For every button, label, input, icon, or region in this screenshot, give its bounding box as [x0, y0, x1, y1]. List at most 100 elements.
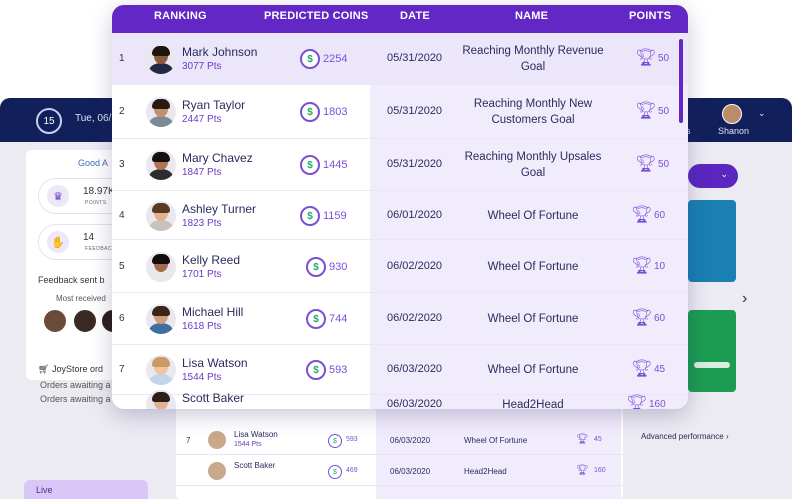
table-row[interactable]: 7 Lisa Watson 1544 Pts $593 06/03/2020 Wheel …: [112, 345, 688, 395]
predicted-coins-value: 593: [329, 364, 348, 376]
table-row[interactable]: 1 Mark Johnson 3077 Pts $2254 05/31/2020 Reac…: [112, 33, 688, 85]
column-header-ranking[interactable]: RANKING: [154, 10, 207, 22]
table-row[interactable]: 6 Michael Hill 1618 Pts $744 06/02/2020 Wheel…: [112, 293, 688, 345]
table-row[interactable]: Scott Baker $ 469 06/03/2020 Head2Head 🏆…: [176, 456, 623, 486]
dollar-coin-icon: $: [328, 434, 342, 448]
user-name[interactable]: Shanon: [718, 126, 749, 136]
chevron-down-icon: ⌄: [720, 169, 728, 179]
dollar-coin-icon: $: [300, 206, 320, 226]
live-tab-label: Live: [36, 485, 53, 495]
event-points: 50: [658, 53, 670, 64]
event-points: 10: [654, 261, 666, 272]
employee-name: Scott Baker: [234, 461, 276, 470]
dollar-coin-icon: $: [328, 465, 342, 479]
column-header-points[interactable]: POINTS: [629, 10, 671, 22]
live-tab[interactable]: Live: [24, 480, 148, 499]
trophy-icon: 🏆︎: [576, 465, 589, 476]
table-row[interactable]: 5 Kelly Reed 1701 Pts $930 06/02/2020 Wheel O…: [112, 240, 688, 293]
avatar: [146, 44, 176, 74]
screenshot-stage: 15 Tue, 06/ s Shanon ⌄ Good A ♛ 18.97K P…: [0, 0, 792, 499]
predicted-coins-value: 930: [329, 261, 348, 273]
event-points: 160: [649, 399, 666, 409]
event-name: Wheel Of Fortune: [487, 364, 579, 376]
rank-number: 6: [119, 313, 125, 324]
employee-name[interactable]: Lisa Watson: [182, 356, 248, 370]
points-stat-label: POINTS: [85, 200, 107, 206]
table-row[interactable]: Scott Baker 06/03/2020 Head2Head 🏆︎ 160: [112, 390, 688, 409]
period-dropdown[interactable]: ⌄: [688, 164, 738, 188]
scrollbar-thumb[interactable]: [679, 39, 683, 123]
event-date: 06/02/2020: [387, 312, 443, 324]
progress-bar: [694, 362, 730, 368]
predicted-coins-value: 1159: [323, 210, 347, 222]
employee-name[interactable]: Mary Chavez: [182, 151, 253, 165]
employee-name[interactable]: Michael Hill: [182, 305, 243, 319]
dollar-coin-icon: $: [306, 257, 326, 277]
event-name: Head2Head: [502, 399, 564, 409]
performance-tile[interactable]: [688, 200, 736, 282]
event-date: 06/03/2020: [387, 363, 443, 375]
avatar: [208, 431, 226, 449]
trophy-icon: 🏆︎: [631, 205, 653, 224]
orders-awaiting-line: Orders awaiting a: [40, 380, 111, 390]
avatar: [146, 252, 176, 282]
advanced-performance-link[interactable]: Advanced performance ›: [641, 432, 729, 441]
event-points: 45: [594, 436, 602, 443]
clap-icon: ✋: [47, 231, 69, 253]
employee-name[interactable]: Mark Johnson: [182, 45, 257, 59]
performance-tile[interactable]: [688, 310, 736, 392]
trophy-icon: 🏆︎: [635, 48, 657, 67]
chevron-right-icon[interactable]: ›: [742, 290, 747, 308]
employee-points: 1618 Pts: [182, 321, 222, 332]
chevron-down-icon[interactable]: ⌄: [758, 108, 766, 119]
dollar-coin-icon: $: [300, 102, 320, 122]
event-name: Head2Head: [464, 467, 507, 476]
event-name: Wheel Of Fortune: [487, 313, 579, 325]
employee-points: 2447 Pts: [182, 114, 222, 125]
event-date: 05/31/2020: [387, 52, 443, 64]
column-header-predicted-coins[interactable]: PREDICTED COINS: [264, 10, 368, 22]
most-received-label: Most received: [56, 294, 106, 303]
header-date: Tue, 06/: [75, 113, 112, 124]
column-header-date[interactable]: DATE: [400, 10, 430, 22]
employee-name[interactable]: Scott Baker: [182, 391, 244, 405]
avatar[interactable]: [72, 308, 98, 334]
user-avatar[interactable]: [722, 104, 742, 124]
trophy-icon: 🏆︎: [626, 394, 648, 409]
feedback-sent-title: Feedback sent b: [38, 275, 105, 285]
rank-number: 2: [119, 106, 125, 117]
rank-number: 7: [186, 436, 191, 445]
employee-name[interactable]: Kelly Reed: [182, 253, 240, 267]
table-row[interactable]: 4 Ashley Turner 1823 Pts $1159 06/01/2020 Whe…: [112, 191, 688, 240]
background-leaderboard: 7 Lisa Watson 1544 Pts $ 593 06/03/2020 …: [176, 405, 623, 499]
avatar: [146, 355, 176, 385]
employee-points: 1544 Pts: [234, 441, 262, 448]
table-row[interactable]: 3 Mary Chavez 1847 Pts $1445 05/31/2020 Reach…: [112, 139, 688, 191]
predicted-coins-value: 1445: [323, 159, 348, 171]
trophy-icon: 🏆︎: [631, 308, 653, 327]
event-name: Reaching Monthly Upsales Goal: [464, 151, 602, 179]
dollar-coin-icon: $: [306, 360, 326, 380]
employee-points: 1544 Pts: [182, 372, 222, 383]
avatar[interactable]: [42, 308, 68, 334]
advanced-performance-label: Advanced performance: [641, 432, 724, 441]
table-row[interactable]: 7 Lisa Watson 1544 Pts $ 593 06/03/2020 …: [176, 425, 623, 455]
trophy-icon: 🏆︎: [631, 359, 653, 378]
employee-name: Lisa Watson: [234, 430, 278, 439]
event-name: Wheel Of Fortune: [464, 436, 528, 445]
dollar-coin-icon: $: [300, 49, 320, 69]
employee-points: 1701 Pts: [182, 269, 222, 280]
logo-badge[interactable]: 15: [36, 108, 62, 134]
event-points: 60: [654, 210, 666, 221]
employee-points: 1823 Pts: [182, 218, 222, 229]
trophy-icon: 🏆︎: [635, 101, 657, 120]
dollar-coin-icon: $: [306, 309, 326, 329]
rank-number: 4: [119, 210, 125, 221]
employee-name[interactable]: Ryan Taylor: [182, 98, 245, 112]
avatar: [146, 150, 176, 180]
trophy-icon: 🏆︎: [631, 256, 653, 275]
employee-name[interactable]: Ashley Turner: [182, 202, 256, 216]
column-header-name[interactable]: NAME: [515, 10, 548, 22]
employee-points: 3077 Pts: [182, 61, 222, 72]
table-row[interactable]: 2 Ryan Taylor 2447 Pts $1803 05/31/2020 Reach…: [112, 85, 688, 139]
